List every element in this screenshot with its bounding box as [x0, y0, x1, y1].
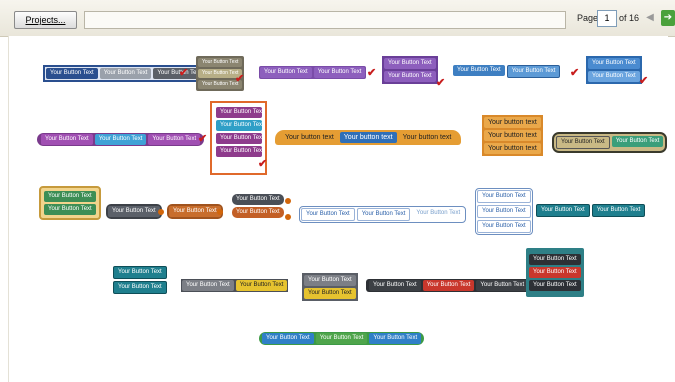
sample-button[interactable]: Your Button Text	[41, 134, 93, 145]
sample-button[interactable]: Your Button Text	[588, 71, 640, 82]
sample-button[interactable]: Your Button Text	[588, 58, 640, 69]
bullet-icon	[285, 214, 291, 220]
sample-button[interactable]: Your Button Text	[476, 280, 529, 291]
bullet-icon	[285, 198, 291, 204]
sample-button[interactable]: Your Button Text	[99, 68, 152, 79]
sample-button[interactable]: Your Button Text	[477, 220, 531, 233]
page-label: Page	[577, 13, 599, 23]
sample-button[interactable]: Your Button Text	[304, 288, 356, 299]
sample-group-gray-yellow[interactable]: Your Button Text Your Button Text	[181, 279, 289, 292]
sample-button[interactable]: Your button text	[339, 132, 397, 143]
sample-button[interactable]: Your Button Text	[529, 254, 581, 265]
sample-button[interactable]: Your Button Text	[235, 280, 288, 291]
sample-button[interactable]: Your Button Text	[591, 204, 646, 217]
button-gallery: Your Button Text Your Button Text Your B…	[8, 36, 668, 382]
sample-button[interactable]: Your Button Text	[232, 194, 284, 205]
sample-button[interactable]: Your button text	[484, 143, 541, 154]
sample-group-dark[interactable]: Your Button Text	[106, 204, 162, 219]
sample-button[interactable]: Your Button Text	[536, 204, 590, 217]
sample-group-orange[interactable]: Your button text Your button text Your b…	[275, 130, 462, 145]
projects-button[interactable]: Projects...	[14, 11, 77, 29]
sample-button[interactable]: Your Button Text	[113, 281, 167, 294]
sample-group-dark-stack[interactable]: Your Button Text Your Button Text	[232, 194, 284, 218]
arrow-right-icon[interactable]: ➔	[661, 10, 675, 26]
sample-button[interactable]: Your Button Text	[529, 280, 581, 291]
sample-button[interactable]: Your Button Text	[477, 205, 531, 218]
sample-button[interactable]: Your Button Text	[198, 58, 243, 67]
check-icon: ✔	[436, 77, 446, 89]
sample-group-dark-red[interactable]: Your Button Text Your Button Text Your B…	[366, 279, 532, 292]
sample-button[interactable]: Your Button Text	[94, 134, 147, 145]
sample-button[interactable]: Your button text	[398, 132, 456, 143]
sample-group-blue-stack[interactable]: Your Button Text Your Button Text	[586, 56, 642, 84]
sample-button[interactable]: Your Button Text	[356, 208, 411, 221]
sample-button[interactable]: Your Button Text	[46, 68, 98, 79]
sample-group-khaki[interactable]: Your Button Text Your Button Text	[552, 132, 668, 153]
sample-group-teal-panel[interactable]: Your Button Text Your Button Text Your B…	[526, 248, 584, 297]
sample-group-gold[interactable]: Your Button Text Your Button Text	[39, 186, 101, 220]
sample-button[interactable]: Your Button Text	[315, 333, 368, 344]
sample-button[interactable]: Your Button Text	[453, 65, 505, 76]
sample-button[interactable]: Your Button Text	[529, 267, 581, 278]
sample-button[interactable]: Your Button Text	[262, 333, 314, 344]
sample-group-purple[interactable]: Your Button Text Your Button Text	[259, 66, 367, 79]
sample-button[interactable]: Your Button Text	[611, 136, 664, 147]
sample-button[interactable]: Your Button Text	[384, 58, 436, 69]
sample-button[interactable]: Your Button Text	[304, 275, 356, 286]
bullet-icon	[158, 209, 164, 215]
toolbar: Projects... Page 1 of 16 ◀ ➔	[0, 0, 675, 37]
sample-group-magenta[interactable]: Your Button Text Your Button Text Your B…	[37, 133, 205, 146]
sample-group-outline[interactable]: Your Button Text Your Button Text Your B…	[299, 206, 467, 223]
check-icon: ✔	[198, 133, 208, 145]
sample-button[interactable]: Your Button Text	[301, 208, 355, 221]
sample-group-gray-stack[interactable]: Your Button Text Your Button Text	[302, 273, 358, 301]
page-number-input[interactable]: 1	[597, 10, 617, 27]
sample-button[interactable]: Your button text	[281, 132, 338, 143]
sample-button[interactable]: Your Button Text	[216, 146, 264, 157]
check-icon: ✔	[179, 67, 189, 79]
check-icon: ✔	[235, 73, 245, 85]
sample-button[interactable]: Your Button Text	[216, 120, 264, 131]
sample-button[interactable]: Your Button Text	[506, 65, 561, 78]
sample-group-green[interactable]: Your Button Text Your Button Text Your B…	[259, 332, 425, 345]
sample-button[interactable]: Your Button Text	[260, 67, 312, 78]
projects-button-label: Projects...	[25, 15, 66, 25]
check-icon: ✔	[639, 75, 649, 87]
sample-button[interactable]: Your Button Text	[44, 204, 96, 215]
sample-button[interactable]: Your Button Text	[44, 191, 96, 202]
sample-group-blue[interactable]: Your Button Text Your Button Text	[453, 65, 561, 78]
sample-button[interactable]: Your Button Text	[477, 190, 531, 203]
app-window: Projects... Page 1 of 16 ◀ ➔ Your Button…	[0, 0, 675, 382]
sample-button[interactable]: Your Button Text	[556, 136, 610, 149]
sample-group-teal-stack[interactable]: Your Button Text Your Button Text	[113, 266, 167, 294]
sample-group-brown[interactable]: Your Button Text	[167, 204, 223, 219]
sample-button[interactable]: Your Button Text	[216, 133, 264, 144]
sample-button[interactable]: Your Button Text	[369, 280, 421, 291]
bullet-icon	[217, 209, 223, 215]
sample-button[interactable]: Your Button Text	[232, 207, 284, 218]
sample-button[interactable]: Your Button Text	[108, 206, 160, 217]
sample-button[interactable]: Your button text	[484, 130, 541, 141]
sample-group-outline-stack[interactable]: Your Button Text Your Button Text Your B…	[475, 188, 533, 235]
sample-button[interactable]: Your Button Text	[182, 280, 234, 291]
page-count-label: of 16	[619, 13, 640, 23]
sample-button[interactable]: Your Button Text	[113, 266, 167, 279]
sample-button[interactable]: Your Button Text	[148, 134, 201, 145]
arrow-left-icon[interactable]: ◀	[643, 10, 657, 26]
sample-button[interactable]: Your Button Text	[313, 67, 366, 78]
check-icon: ✔	[570, 67, 580, 79]
toolbar-track	[84, 11, 566, 29]
sample-button[interactable]: Your Button Text	[369, 333, 422, 344]
sample-button[interactable]: Your Button Text	[216, 107, 264, 118]
sample-group-purple-stack[interactable]: Your Button Text Your Button Text	[382, 56, 438, 84]
sample-button[interactable]: Your button text	[484, 117, 541, 128]
sample-button[interactable]: Your Button Text	[384, 71, 436, 82]
sample-button[interactable]: Your Button Text	[169, 206, 221, 217]
check-icon: ✔	[258, 158, 268, 170]
sample-group-orange-stack[interactable]: Your button text Your button text Your b…	[482, 115, 543, 156]
sample-group-teal[interactable]: Your Button Text Your Button Text	[536, 204, 646, 217]
sample-button[interactable]: Your Button Text	[422, 280, 475, 291]
sample-button[interactable]: Your Button Text	[412, 208, 465, 219]
check-icon: ✔	[367, 67, 377, 79]
